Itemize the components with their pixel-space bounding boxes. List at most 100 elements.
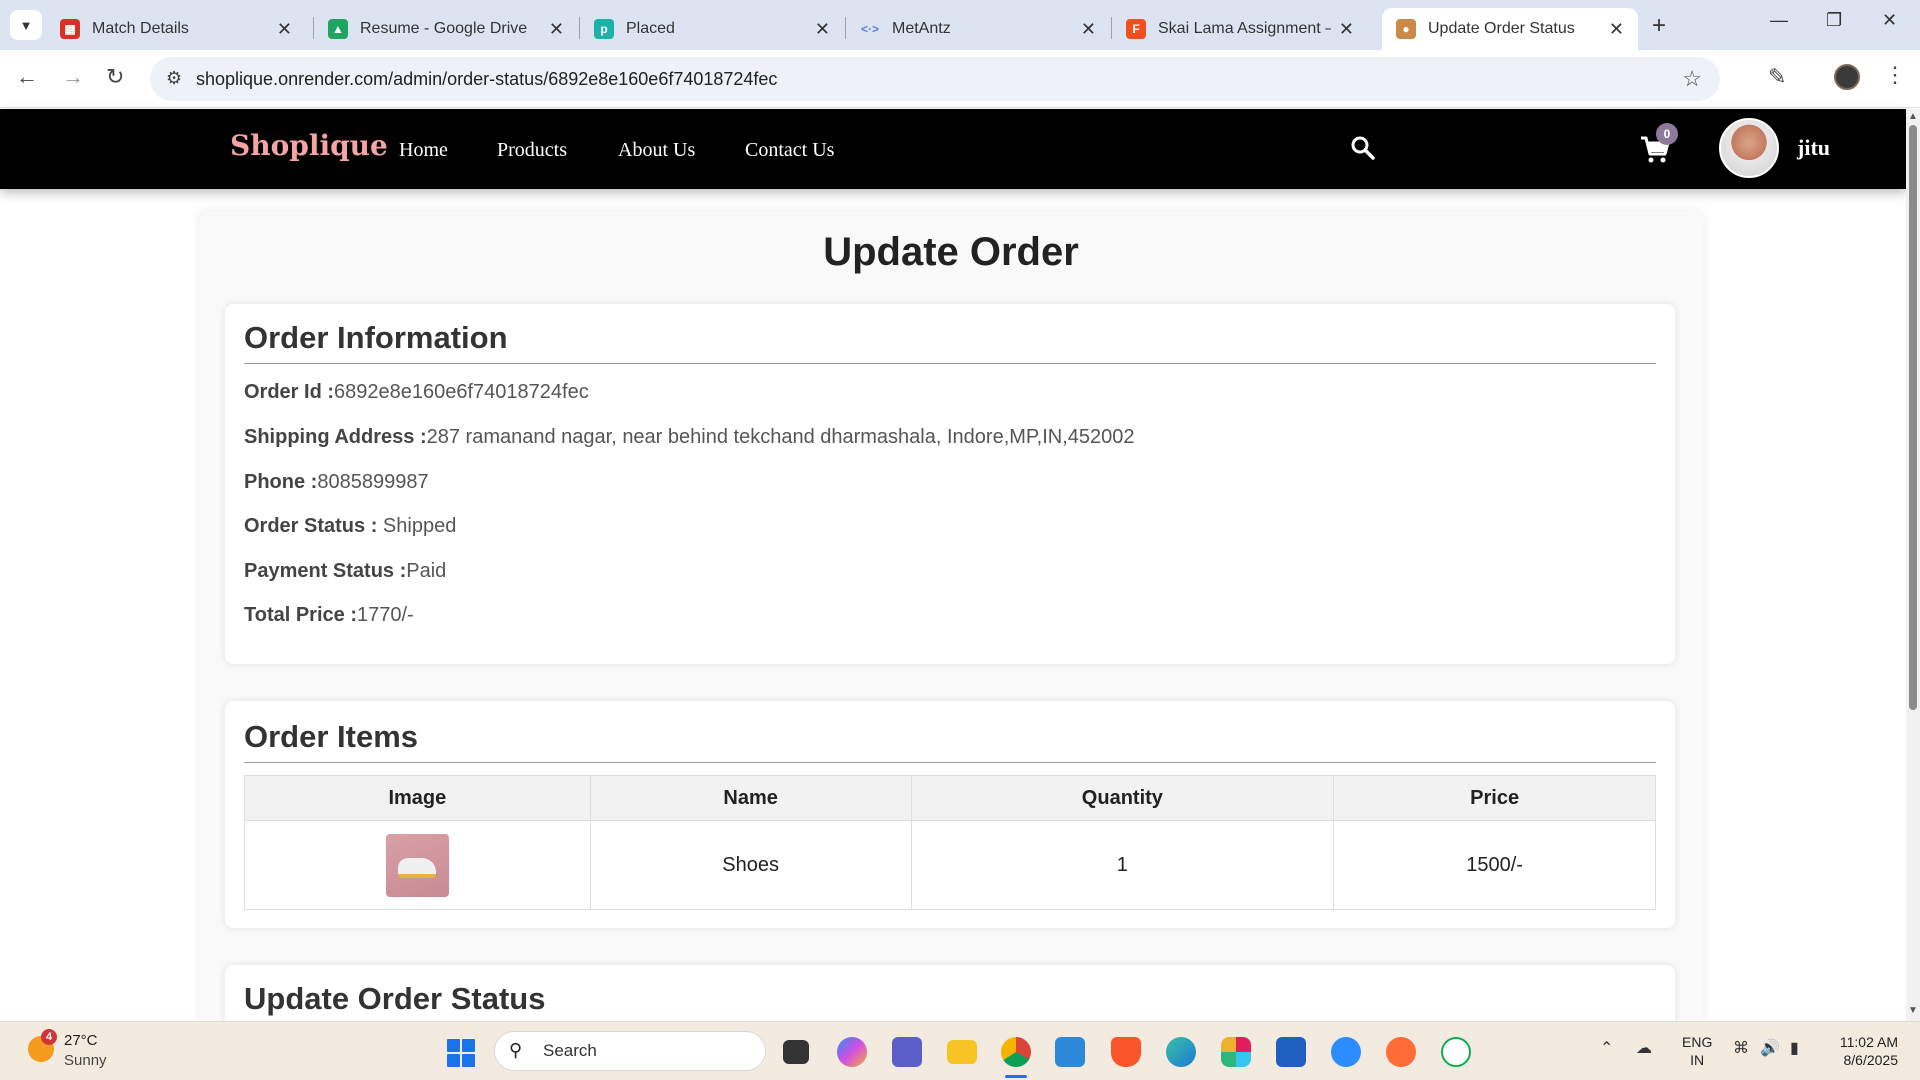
payment-status-value: Paid: [406, 560, 447, 582]
zoom-icon[interactable]: [1331, 1037, 1361, 1067]
slack-icon[interactable]: [1221, 1037, 1251, 1067]
show-hidden-icons-chevron-icon[interactable]: ⌃: [1600, 1038, 1613, 1058]
shoe-product-image: [385, 833, 449, 897]
update-order-container: Update Order Order Information Order Id …: [199, 211, 1703, 1080]
battery-icon[interactable]: ▮: [1790, 1038, 1799, 1058]
region-code: IN: [1690, 1052, 1705, 1068]
minimize-button[interactable]: —: [1770, 10, 1788, 31]
tab-placed[interactable]: p Placed ✕: [580, 8, 844, 50]
site-header: Shoplique Home Products About Us Contact…: [0, 109, 1906, 189]
extensions-icon[interactable]: ✎: [1768, 64, 1786, 90]
reload-button[interactable]: ↻: [106, 64, 124, 90]
close-icon[interactable]: ✕: [277, 19, 292, 40]
order-status-row: Order Status : Shipped: [244, 515, 456, 538]
tab-title: Placed: [626, 20, 675, 37]
divider: [244, 363, 1656, 364]
language-indicator[interactable]: ENG IN: [1682, 1033, 1712, 1069]
mongodb-compass-icon[interactable]: [1441, 1037, 1471, 1067]
item-price: 1500/-: [1333, 820, 1656, 910]
tab-match-details[interactable]: ▦ Match Details ✕: [46, 8, 306, 50]
onedrive-cloud-icon[interactable]: ☁: [1636, 1038, 1652, 1058]
microsoft-store-icon[interactable]: [1276, 1037, 1306, 1067]
scroll-up-arrow-icon[interactable]: ▲: [1908, 111, 1918, 122]
system-clock[interactable]: 11:02 AM 8/6/2025: [1826, 1033, 1898, 1069]
order-id-value: 6892e8e160e6f74018724fec: [334, 381, 589, 403]
field-label: Shipping Address :: [244, 426, 427, 448]
item-name: Shoes: [589, 820, 912, 910]
vscode-icon[interactable]: [1055, 1037, 1085, 1067]
search-icon: ⚲: [509, 1040, 523, 1060]
new-tab-button[interactable]: +: [1652, 12, 1666, 40]
close-icon[interactable]: ✕: [1609, 19, 1624, 40]
postman-icon[interactable]: [1386, 1037, 1416, 1067]
weather-temperature[interactable]: 27°C: [64, 1032, 98, 1049]
chrome-icon[interactable]: [1001, 1037, 1031, 1067]
profile-avatar-icon[interactable]: [1834, 64, 1860, 90]
phone-value: 8085899987: [317, 471, 429, 493]
taskbar-search-label: Search: [543, 1041, 597, 1060]
copilot-icon[interactable]: [837, 1037, 867, 1067]
close-icon[interactable]: ✕: [549, 19, 564, 40]
back-button[interactable]: ←: [16, 64, 38, 90]
user-avatar[interactable]: [1719, 118, 1779, 178]
metantz-icon: <·>: [860, 22, 879, 36]
tab-title: Match Details: [92, 20, 189, 37]
brave-icon[interactable]: [1111, 1037, 1141, 1067]
address-bar[interactable]: ⚙ shoplique.onrender.com/admin/order-sta…: [150, 57, 1720, 101]
search-icon[interactable]: [1350, 135, 1376, 166]
windows-start-icon[interactable]: [447, 1039, 475, 1067]
browser-menu-icon[interactable]: ⋮: [1884, 62, 1906, 88]
site-info-icon[interactable]: ⚙: [166, 68, 182, 89]
close-icon[interactable]: ✕: [1339, 19, 1354, 40]
nav-home[interactable]: Home: [399, 139, 448, 162]
window-close-button[interactable]: ✕: [1882, 10, 1897, 31]
tab-skai-lama[interactable]: F Skai Lama Assignment – Fi ✕: [1112, 8, 1368, 50]
chevron-down-icon: ▼: [19, 17, 33, 33]
google-drive-icon: ▲: [328, 19, 348, 39]
weather-description[interactable]: Sunny: [64, 1052, 107, 1069]
nav-about-us[interactable]: About Us: [618, 139, 695, 162]
weather-badge: 4: [41, 1029, 57, 1045]
clock-time: 11:02 AM: [1839, 1034, 1898, 1050]
restore-button[interactable]: ❐: [1826, 10, 1842, 31]
column-header-price: Price: [1333, 775, 1656, 821]
order-id-row: Order Id :6892e8e160e6f74018724fec: [244, 381, 589, 404]
close-icon[interactable]: ✕: [815, 19, 830, 40]
page-scrollbar[interactable]: ▲ ▼: [1906, 109, 1920, 1021]
teams-icon[interactable]: [892, 1037, 922, 1067]
close-icon[interactable]: ✕: [1081, 19, 1096, 40]
volume-icon[interactable]: 🔊: [1760, 1038, 1780, 1058]
field-label: Total Price :: [244, 604, 357, 626]
nav-products[interactable]: Products: [497, 139, 567, 162]
task-view-icon[interactable]: [783, 1040, 809, 1064]
shipping-address-row: Shipping Address :287 ramanand nagar, ne…: [244, 426, 1135, 449]
tab-title: Skai Lama Assignment – Fi: [1158, 20, 1331, 37]
tab-metantz[interactable]: <·> MetAntz ✕: [846, 8, 1110, 50]
match-icon: ▦: [60, 19, 80, 39]
scroll-down-arrow-icon[interactable]: ▼: [1908, 1005, 1918, 1016]
taskbar-search-box[interactable]: ⚲ Search: [494, 1031, 766, 1071]
placed-icon: p: [594, 19, 614, 39]
bookmark-star-icon[interactable]: ☆: [1682, 66, 1702, 92]
scroll-thumb[interactable]: [1909, 125, 1917, 710]
table-header-row: Image Name Quantity Price: [244, 775, 1656, 821]
field-label: Phone :: [244, 471, 318, 493]
edge-icon[interactable]: [1166, 1037, 1196, 1067]
nav-contact-us[interactable]: Contact Us: [745, 139, 834, 162]
shipping-address-value: 287 ramanand nagar, near behind tekchand…: [426, 426, 1135, 448]
brand-logo[interactable]: Shoplique: [230, 129, 388, 162]
field-label: Payment Status :: [244, 560, 407, 582]
column-header-image: Image: [244, 775, 591, 821]
browser-tab-strip: ▼ ▦ Match Details ✕ ▲ Resume - Google Dr…: [0, 0, 1920, 50]
forward-button[interactable]: →: [62, 64, 84, 90]
tab-update-order-status[interactable]: ● Update Order Status ✕: [1382, 8, 1638, 50]
url-text: shoplique.onrender.com/admin/order-statu…: [196, 68, 778, 89]
tab-search-button[interactable]: ▼: [10, 10, 42, 40]
total-price-row: Total Price :1770/-: [244, 604, 414, 627]
file-explorer-icon[interactable]: [947, 1040, 977, 1064]
username[interactable]: jitu: [1797, 135, 1830, 161]
shoplique-icon: ●: [1396, 19, 1416, 39]
figma-icon: F: [1126, 19, 1146, 39]
tab-resume-google-drive[interactable]: ▲ Resume - Google Drive ✕: [314, 8, 578, 50]
wifi-icon[interactable]: ⌘: [1733, 1038, 1749, 1058]
